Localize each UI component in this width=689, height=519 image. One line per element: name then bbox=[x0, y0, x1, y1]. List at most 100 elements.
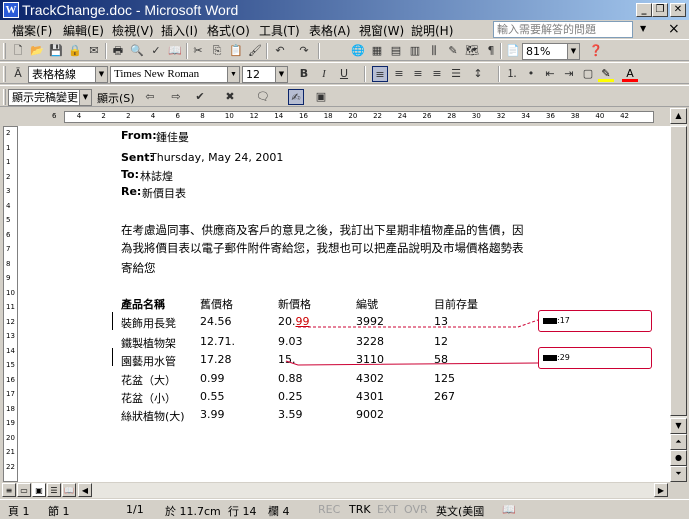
show-menu-button[interactable]: 顯示(S) bbox=[97, 90, 135, 106]
reviewing-pane-icon[interactable]: ▣ bbox=[313, 89, 329, 105]
toolbar-grip[interactable] bbox=[3, 66, 6, 82]
help-icon[interactable]: ❓ bbox=[588, 43, 604, 59]
insert-table-icon[interactable]: ▤ bbox=[388, 43, 404, 59]
scroll-down-icon[interactable]: ▼ bbox=[670, 418, 687, 434]
minimize-button[interactable]: _ bbox=[636, 3, 652, 17]
line-spacing-icon[interactable]: ↕ bbox=[470, 66, 486, 82]
spelling-status-icon[interactable]: 📖 bbox=[502, 503, 516, 516]
font-size-dropdown-arrow-icon[interactable]: ▼ bbox=[275, 67, 287, 82]
close-button[interactable]: ✕ bbox=[670, 3, 686, 17]
align-right-icon[interactable]: ≡ bbox=[410, 66, 426, 82]
paste-icon[interactable]: 📋 bbox=[228, 43, 244, 59]
menu-edit[interactable]: 編輯(E) bbox=[63, 22, 104, 39]
horizontal-ruler[interactable]: 6 4 2 2 4 6 8 10 12 14 16 18 20 22 24 26 28 30 32 34 36 38 40 4… bbox=[18, 108, 670, 126]
open-folder-icon[interactable]: 📂 bbox=[29, 43, 45, 59]
menu-format[interactable]: 格式(O) bbox=[207, 22, 250, 39]
numbering-icon[interactable]: ⒈ bbox=[504, 66, 520, 82]
bullets-icon[interactable]: • bbox=[523, 66, 539, 82]
scroll-thumb[interactable] bbox=[670, 126, 687, 416]
cut-icon[interactable]: ✂ bbox=[190, 43, 206, 59]
print-preview-icon[interactable]: 🔍 bbox=[129, 43, 145, 59]
print-layout-icon[interactable]: ▣ bbox=[32, 483, 46, 497]
status-trk[interactable]: TRK bbox=[349, 503, 371, 516]
scroll-left-icon[interactable]: ◀ bbox=[78, 483, 92, 497]
font-size-combo[interactable]: 12 ▼ bbox=[242, 66, 288, 83]
style-combo[interactable]: 表格格線 ▼ bbox=[28, 66, 108, 83]
print-icon[interactable]: 🖶 bbox=[110, 43, 126, 59]
scroll-up-icon[interactable]: ▲ bbox=[670, 108, 687, 124]
distributed-icon[interactable]: ☰ bbox=[448, 66, 464, 82]
toolbar-grip[interactable] bbox=[3, 43, 6, 59]
help-question-input[interactable]: 輸入需要解答的問題 bbox=[493, 21, 633, 38]
status-pages[interactable]: 1/1 bbox=[126, 503, 144, 516]
show-hide-icon[interactable]: ¶ bbox=[483, 43, 499, 59]
save-icon[interactable]: 💾 bbox=[48, 43, 64, 59]
document-close-button[interactable]: × bbox=[668, 21, 680, 37]
outline-view-icon[interactable]: ☰ bbox=[47, 483, 61, 497]
revision-balloon-1[interactable]: :17 bbox=[538, 310, 652, 332]
vertical-scrollbar[interactable]: ▲ ▼ ⏶ ● ⏷ bbox=[670, 108, 687, 482]
reject-change-icon[interactable]: ✖ bbox=[222, 89, 238, 105]
highlight-icon[interactable]: ✎ bbox=[598, 66, 614, 82]
accept-change-icon[interactable]: ✔ bbox=[192, 89, 208, 105]
insert-comment-icon[interactable]: 🗨 bbox=[255, 89, 271, 105]
justify-icon[interactable]: ≡ bbox=[429, 66, 445, 82]
format-painter-icon[interactable]: 🖌 bbox=[247, 43, 263, 59]
previous-change-icon[interactable]: ⇦ bbox=[142, 89, 158, 105]
zoom-combo[interactable]: 81% ▼ bbox=[522, 43, 580, 60]
hyperlink-icon[interactable]: 🌐 bbox=[350, 43, 366, 59]
display-dropdown-arrow-icon[interactable]: ▼ bbox=[79, 90, 91, 105]
word-app-icon[interactable]: W bbox=[3, 2, 19, 18]
menu-file[interactable]: 檔案(F) bbox=[12, 22, 52, 39]
new-document-icon[interactable]: 🗋 bbox=[10, 43, 26, 59]
horizontal-scrollbar[interactable]: ≡ ▭ ▣ ☰ 📖 ◀ ▶ bbox=[0, 482, 670, 499]
font-combo[interactable]: Times New Roman ▼ bbox=[110, 66, 240, 83]
web-layout-icon[interactable]: ▭ bbox=[17, 483, 31, 497]
document-map-icon[interactable]: 🗺 bbox=[464, 43, 480, 59]
align-left-icon[interactable]: ≡ bbox=[372, 66, 388, 82]
vertical-ruler[interactable]: 2 1 1 2 3 4 5 6 7 8 9 10 11 12 13 14 15 16 17 18 19 20 21 22 bbox=[3, 126, 18, 482]
menu-window[interactable]: 視窗(W) bbox=[359, 22, 404, 39]
menu-table[interactable]: 表格(A) bbox=[309, 22, 351, 39]
next-change-icon[interactable]: ⇨ bbox=[168, 89, 184, 105]
menu-view[interactable]: 檢視(V) bbox=[112, 22, 154, 39]
style-dropdown-arrow-icon[interactable]: ▼ bbox=[95, 67, 107, 82]
toolbar-grip[interactable] bbox=[3, 89, 6, 105]
bold-icon[interactable]: B bbox=[296, 66, 312, 82]
next-page-icon[interactable]: ⏷ bbox=[670, 466, 687, 482]
copy-icon[interactable]: ⎘ bbox=[209, 43, 225, 59]
research-icon[interactable]: 📖 bbox=[167, 43, 183, 59]
reading-layout-icon[interactable]: 📖 bbox=[62, 483, 76, 497]
help-dropdown-arrow-icon[interactable]: ▼ bbox=[640, 21, 652, 37]
increase-indent-icon[interactable]: ⇥ bbox=[561, 66, 577, 82]
email-icon[interactable]: ✉ bbox=[86, 43, 102, 59]
restore-button[interactable]: ❐ bbox=[652, 3, 668, 17]
outside-border-icon[interactable]: ▢ bbox=[580, 66, 596, 82]
status-rec[interactable]: REC bbox=[318, 503, 340, 516]
read-mode-icon[interactable]: 📄 bbox=[505, 43, 521, 59]
display-for-review-combo[interactable]: 顯示完稿變更 ▼ bbox=[8, 89, 92, 106]
spelling-icon[interactable]: ✓ bbox=[148, 43, 164, 59]
drawing-icon[interactable]: ✎ bbox=[445, 43, 461, 59]
previous-page-icon[interactable]: ⏶ bbox=[670, 434, 687, 450]
insert-excel-icon[interactable]: ▥ bbox=[407, 43, 423, 59]
scroll-track[interactable] bbox=[92, 483, 654, 498]
document-page[interactable]: From: 鍾佳曼 Sent: Thursday, May 24, 2001 T… bbox=[18, 126, 670, 482]
normal-view-icon[interactable]: ≡ bbox=[2, 483, 16, 497]
status-ovr[interactable]: OVR bbox=[404, 503, 428, 516]
permission-icon[interactable]: 🔒 bbox=[67, 43, 83, 59]
zoom-dropdown-arrow-icon[interactable]: ▼ bbox=[567, 44, 579, 59]
styles-icon[interactable]: Ā bbox=[10, 66, 26, 82]
decrease-indent-icon[interactable]: ⇤ bbox=[542, 66, 558, 82]
font-dropdown-arrow-icon[interactable]: ▼ bbox=[227, 67, 239, 82]
underline-icon[interactable]: U bbox=[336, 66, 352, 82]
italic-icon[interactable]: I bbox=[316, 66, 332, 82]
revision-balloon-2[interactable]: :29 bbox=[538, 347, 652, 369]
redo-icon[interactable]: ↷ bbox=[296, 43, 312, 59]
scroll-right-icon[interactable]: ▶ bbox=[654, 483, 668, 497]
align-center-icon[interactable]: ≡ bbox=[391, 66, 407, 82]
track-changes-icon[interactable]: ✍ bbox=[288, 89, 304, 105]
select-browse-object-icon[interactable]: ● bbox=[670, 450, 687, 466]
status-ext[interactable]: EXT bbox=[377, 503, 398, 516]
font-color-icon[interactable]: A bbox=[622, 66, 638, 82]
